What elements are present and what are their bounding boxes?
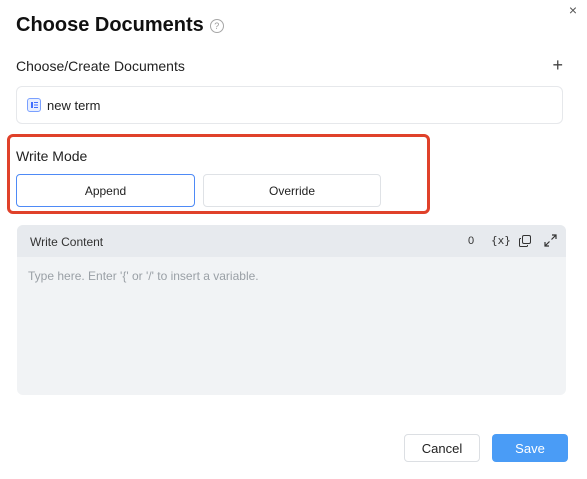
add-document-icon[interactable]: + — [552, 56, 563, 74]
dialog-title: Choose Documents ? — [16, 14, 224, 37]
write-content-editor: Write Content 0 {x} — [17, 225, 566, 395]
doc-icon — [27, 98, 41, 112]
document-name: new term — [47, 97, 101, 113]
expand-icon[interactable] — [544, 234, 557, 247]
append-button[interactable]: Append — [16, 174, 195, 207]
document-item[interactable]: new term — [16, 86, 563, 124]
override-button[interactable]: Override — [203, 174, 381, 207]
save-button[interactable]: Save — [492, 434, 568, 462]
editor-header: Write Content 0 {x} — [17, 225, 566, 257]
cancel-button[interactable]: Cancel — [404, 434, 480, 462]
character-count: 0 — [468, 235, 475, 247]
copy-icon[interactable] — [519, 235, 531, 247]
write-mode-label: Write Mode — [16, 148, 88, 164]
variable-icon[interactable]: {x} — [491, 234, 511, 247]
documents-label: Choose/Create Documents — [16, 58, 185, 74]
write-content-input[interactable] — [28, 269, 548, 379]
help-icon[interactable]: ? — [209, 18, 224, 33]
dialog-title-text: Choose Documents — [16, 14, 204, 36]
write-content-label: Write Content — [30, 235, 104, 249]
close-icon[interactable]: × — [569, 2, 577, 18]
